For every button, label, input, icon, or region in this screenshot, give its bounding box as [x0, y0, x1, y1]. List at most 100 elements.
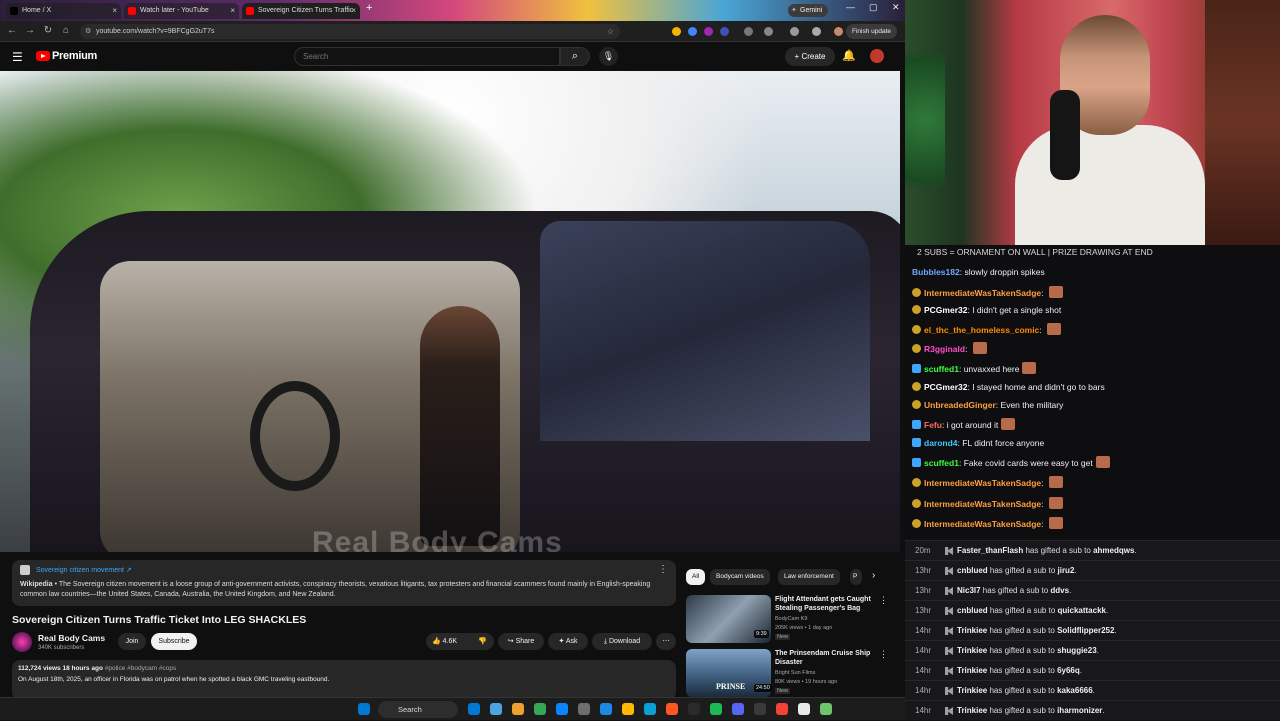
tab-home-x[interactable]: Home / X ×	[6, 3, 121, 19]
like-count[interactable]: 4.6K	[443, 638, 457, 645]
taskbar-app-icon[interactable]	[512, 703, 524, 715]
taskbar-app-icon[interactable]	[820, 703, 832, 715]
chat-username[interactable]: scuffed1	[924, 364, 959, 374]
more-options-icon[interactable]: ⋮	[879, 595, 888, 606]
recommendation-item[interactable]: PRINSE 24:50 The Prinsendam Cruise Ship …	[686, 649, 896, 697]
wiki-title-link[interactable]: Sovereign citizen movement ↗	[36, 566, 132, 574]
chat-username[interactable]: PCGmer32	[924, 382, 967, 392]
bookmark-star-icon[interactable]: ☆	[607, 24, 614, 39]
chat-username[interactable]: el_thc_the_homeless_comic	[924, 325, 1039, 335]
extension-icon[interactable]	[744, 27, 753, 36]
extension-icon[interactable]	[720, 27, 729, 36]
chat-username[interactable]: R3gginald	[924, 344, 965, 354]
recipient-name[interactable]: shuggie23	[1057, 646, 1097, 655]
chat-username[interactable]: darond4	[924, 438, 958, 448]
taskbar-app-icon[interactable]	[578, 703, 590, 715]
dislike-icon[interactable]: 👎	[478, 633, 487, 650]
extensions-puzzle-icon[interactable]	[764, 27, 773, 36]
gifter-name[interactable]: Nic3l7	[957, 586, 981, 595]
recipient-name[interactable]: iharmonizer	[1057, 706, 1102, 715]
chat-username[interactable]: scuffed1	[924, 458, 959, 468]
join-button[interactable]: Join	[118, 633, 146, 650]
profile-avatar-icon[interactable]	[834, 27, 843, 36]
gifter-name[interactable]: Faster_thanFlash	[957, 546, 1023, 555]
subscribe-button[interactable]: Subscribe	[151, 633, 197, 650]
url-input[interactable]: ⚙ youtube.com/watch?v=9BFCgG2uT7s ☆	[80, 24, 620, 39]
tab-watch-later[interactable]: Watch later - YouTube ×	[124, 3, 239, 19]
recommendation-item[interactable]: 9:39 Flight Attendant gets Caught Steali…	[686, 595, 896, 643]
close-tab-icon[interactable]: ×	[351, 3, 356, 19]
recipient-name[interactable]: ahmedqws	[1093, 546, 1134, 555]
start-menu-icon[interactable]	[358, 703, 370, 715]
hashtags[interactable]: #police #bodycam #cops	[105, 665, 177, 672]
chat-username[interactable]: PCGmer32	[924, 305, 967, 315]
download-icon[interactable]	[812, 27, 821, 36]
chat-username[interactable]: IntermediateWasTakenSadge	[924, 288, 1041, 298]
taskbar-app-icon[interactable]	[732, 703, 744, 715]
recipient-name[interactable]: 6y66q	[1057, 666, 1080, 675]
back-arrow-icon[interactable]: ←	[6, 25, 18, 37]
site-info-icon[interactable]: ⚙	[85, 24, 91, 39]
description-box[interactable]: 112,724 views 18 hours ago #police #body…	[12, 660, 676, 700]
taskbar-app-icon[interactable]	[622, 703, 634, 715]
chip-partial[interactable]: P	[850, 569, 862, 585]
recipient-name[interactable]: Solidflipper252	[1057, 626, 1114, 635]
new-tab-button[interactable]: +	[366, 2, 372, 14]
recipient-name[interactable]: jiru2	[1058, 566, 1075, 575]
taskbar-app-icon[interactable]	[710, 703, 722, 715]
side-panel-icon[interactable]	[790, 27, 799, 36]
recipient-name[interactable]: quickattackk	[1058, 606, 1106, 615]
like-icon[interactable]: 👍	[432, 638, 441, 645]
youtube-premium-logo[interactable]: Premium	[52, 50, 97, 62]
taskbar-app-icon[interactable]	[754, 703, 766, 715]
more-actions-icon[interactable]: ⋯	[656, 633, 676, 650]
microphone-icon[interactable]: 🎙	[599, 47, 618, 66]
gifter-name[interactable]: Trinkiee	[957, 646, 987, 655]
chip-all[interactable]: All	[686, 569, 706, 585]
minimize-button[interactable]: —	[846, 2, 855, 12]
create-button[interactable]: + Create	[785, 47, 835, 66]
taskbar-app-icon[interactable]	[776, 703, 788, 715]
close-tab-icon[interactable]: ×	[112, 3, 117, 19]
forward-arrow-icon[interactable]: →	[24, 25, 36, 37]
gifter-name[interactable]: Trinkiee	[957, 666, 987, 675]
taskbar-app-icon[interactable]	[490, 703, 502, 715]
finish-update-button[interactable]: Finish update	[845, 24, 897, 39]
reload-icon[interactable]: ↻	[42, 25, 54, 37]
chat-username[interactable]: IntermediateWasTakenSadge	[924, 519, 1041, 529]
chat-username[interactable]: Bubbles182	[912, 267, 960, 277]
gifter-name[interactable]: cnblued	[957, 606, 988, 615]
gifter-name[interactable]: cnblued	[957, 566, 988, 575]
search-icon[interactable]: ⌕	[560, 47, 590, 66]
chip-bodycam-videos[interactable]: Bodycam videos	[710, 569, 770, 585]
account-avatar[interactable]	[870, 49, 884, 63]
more-options-icon[interactable]: ⋮	[879, 649, 888, 660]
extension-icon[interactable]	[688, 27, 697, 36]
recommendation-title[interactable]: Flight Attendant gets Caught Stealing Pa…	[775, 595, 883, 613]
channel-avatar[interactable]	[12, 632, 32, 652]
recommendation-title[interactable]: The Prinsendam Cruise Ship Disaster	[775, 649, 883, 667]
gifter-name[interactable]: Trinkiee	[957, 626, 987, 635]
maximize-button[interactable]: ▢	[869, 2, 878, 13]
extension-icon[interactable]	[704, 27, 713, 36]
extension-icon[interactable]	[672, 27, 681, 36]
gemini-button[interactable]: ✦ Gemini	[788, 4, 829, 17]
home-icon[interactable]: ⌂	[60, 25, 72, 37]
chat-username[interactable]: UnbreadedGinger	[924, 400, 996, 410]
search-input[interactable]	[294, 47, 560, 66]
taskbar-app-icon[interactable]	[688, 703, 700, 715]
gifter-name[interactable]: Trinkiee	[957, 706, 987, 715]
taskbar-app-icon[interactable]	[666, 703, 678, 715]
menu-icon[interactable]: ☰	[12, 50, 23, 64]
tab-sovereign-citizen[interactable]: Sovereign Citizen Turns Traffic ×	[242, 3, 360, 19]
taskbar-app-icon[interactable]	[468, 703, 480, 715]
close-window-button[interactable]: ✕	[892, 2, 900, 13]
ask-button[interactable]: ✦ Ask	[548, 633, 588, 650]
taskbar-app-icon[interactable]	[534, 703, 546, 715]
taskbar-app-icon[interactable]	[556, 703, 568, 715]
chat-username[interactable]: Fefu	[924, 420, 942, 430]
taskbar-app-icon[interactable]	[798, 703, 810, 715]
youtube-logo-icon[interactable]	[36, 51, 50, 61]
video-player[interactable]: Real Body Cams	[0, 71, 900, 552]
channel-name[interactable]: Real Body Cams	[38, 633, 105, 643]
